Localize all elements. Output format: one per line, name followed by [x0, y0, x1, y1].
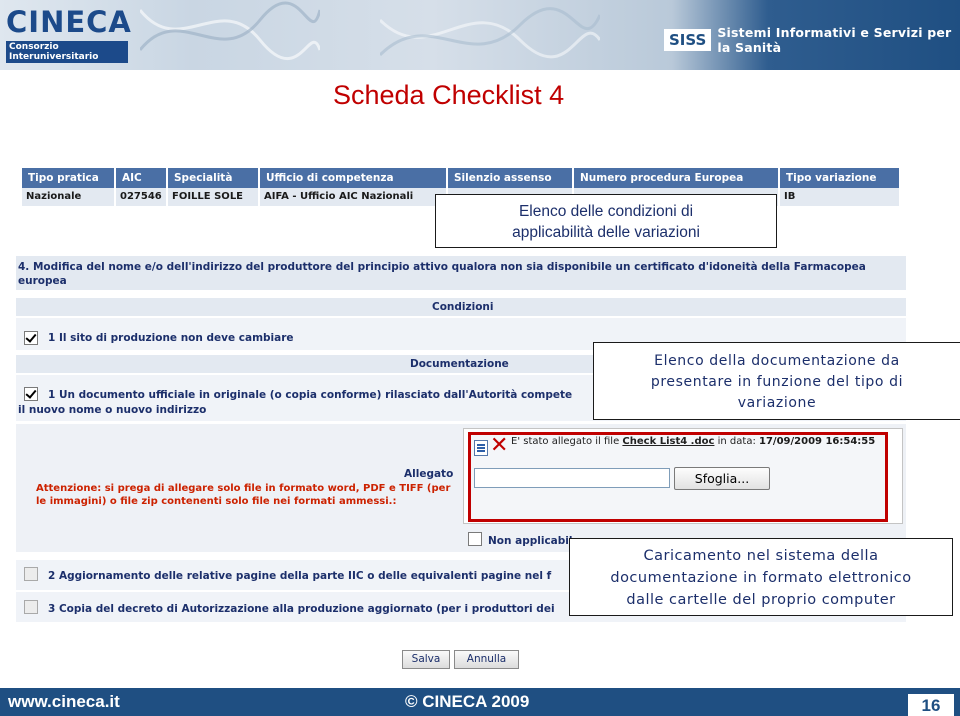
documentation-2-checkbox[interactable] — [24, 567, 38, 581]
document-file-icon[interactable] — [474, 440, 488, 456]
variation-description-panel: 4. Modifica del nome e/o dell'indirizzo … — [16, 256, 906, 290]
cancel-button[interactable]: Annulla — [454, 650, 519, 669]
callout-documentation-line-3: variazione — [737, 395, 817, 411]
save-button[interactable]: Salva — [402, 650, 450, 669]
footer-website: www.cineca.it — [8, 692, 120, 711]
attached-date-prefix: in data: — [717, 436, 756, 447]
callout-upload: Caricamento nel sistema della documentaz… — [569, 538, 953, 616]
browse-button[interactable]: Sfoglia... — [674, 467, 770, 490]
documentation-1-label-line2: il nuovo nome o nuovo indirizzo — [18, 404, 207, 416]
header-cell-ufficio: Ufficio di competenza — [260, 168, 448, 188]
attached-date: 17/09/2009 16:54:55 — [759, 436, 876, 447]
callout-upload-line-2: documentazione in formato elettronico — [610, 570, 912, 586]
variation-description: 4. Modifica del nome e/o dell'indirizzo … — [18, 261, 866, 287]
callout-documentation-line-2: presentare in funzione del tipo di — [650, 374, 904, 390]
documentation-3-label: 3 Copia del decreto di Autorizzazione al… — [48, 603, 555, 615]
header-banner: CINECA Consorzio Interuniversitario SISS… — [0, 0, 960, 70]
cineca-logo-subtitle: Consorzio Interuniversitario — [6, 41, 128, 63]
page-number: 16 — [908, 694, 954, 716]
value-cell-aic: 027546 — [116, 188, 168, 206]
header-cell-specialita: Specialità — [168, 168, 260, 188]
callout-conditions-line-1: Elenco delle condizioni di — [518, 203, 694, 220]
callout-documentation-line-1: Elenco della documentazione da — [654, 353, 900, 369]
value-cell-ufficio: AIFA - Ufficio AIC Nazionali — [260, 188, 448, 206]
documentation-1-label: 1 Un documento ufficiale in originale (o… — [48, 389, 573, 401]
callout-conditions: Elenco delle condizioni di applicabilità… — [435, 194, 777, 248]
documentation-2-label: 2 Aggiornamento delle relative pagine de… — [48, 570, 552, 582]
footer-bar: www.cineca.it © CINECA 2009 — [0, 688, 960, 716]
conditions-title: Condizioni — [432, 301, 494, 313]
cineca-logo-text: CINECA — [6, 5, 132, 39]
slide-title: Scheda Checklist 4 — [333, 80, 565, 110]
dna-helix-decoration — [140, 1, 320, 60]
callout-conditions-line-2: applicabilità delle variazioni — [512, 224, 700, 241]
condition-1-checkbox[interactable] — [24, 331, 38, 345]
file-path-input[interactable] — [474, 468, 670, 488]
attachment-warning: Attenzione: si prega di allegare solo fi… — [36, 483, 451, 507]
header-cell-tipo-pratica: Tipo pratica — [22, 168, 116, 188]
cineca-logo: CINECA Consorzio Interuniversitario — [6, 5, 132, 63]
documentation-title: Documentazione — [410, 358, 509, 370]
condition-1-label: 1 Il sito di produzione non deve cambiar… — [48, 332, 294, 344]
callout-upload-line-3: dalle cartelle del proprio computer — [626, 592, 896, 608]
header-cell-numero-procedura: Numero procedura Europea — [574, 168, 780, 188]
callout-upload-line-1: Caricamento nel sistema della — [643, 548, 879, 564]
attached-prefix: E' stato allegato il file — [511, 436, 620, 447]
siss-logo-mark: SISS — [664, 29, 712, 51]
documentation-3-checkbox[interactable] — [24, 600, 38, 614]
header-cell-aic: AIC — [116, 168, 168, 188]
header-cell-tipo-variazione: Tipo variazione — [786, 172, 877, 184]
value-cell-tipo-variazione: IB — [784, 191, 796, 202]
not-applicable-checkbox[interactable] — [468, 532, 482, 546]
header-cell-silenzio-assenso: Silenzio assenso — [448, 168, 574, 188]
not-applicable-label: Non applicabil — [488, 535, 573, 547]
siss-tagline: Sistemi Informativi e Servizi per la San… — [717, 25, 952, 55]
callout-documentation: Elenco della documentazione da presentar… — [593, 342, 960, 420]
info-table-header: Tipo pratica AIC Specialità Ufficio di c… — [22, 168, 899, 188]
attached-file-link[interactable]: Check List4 .doc — [622, 436, 714, 447]
conditions-section-header: Condizioni — [16, 298, 906, 316]
value-cell-tipo-pratica: Nazionale — [22, 188, 116, 206]
documentation-1-checkbox[interactable] — [24, 387, 38, 401]
allegato-label: Allegato — [404, 468, 454, 480]
siss-logo: SISS Sistemi Informativi e Servizi per l… — [664, 25, 960, 55]
attached-file-info: E' stato allegato il file Check List4 .d… — [511, 436, 875, 447]
dna-helix-decoration-2 — [380, 7, 600, 59]
footer-copyright: © CINECA 2009 — [405, 692, 530, 711]
value-cell-specialita: FOILLE SOLE — [168, 188, 260, 206]
delete-attachment-icon[interactable]: ✕ — [490, 435, 508, 457]
